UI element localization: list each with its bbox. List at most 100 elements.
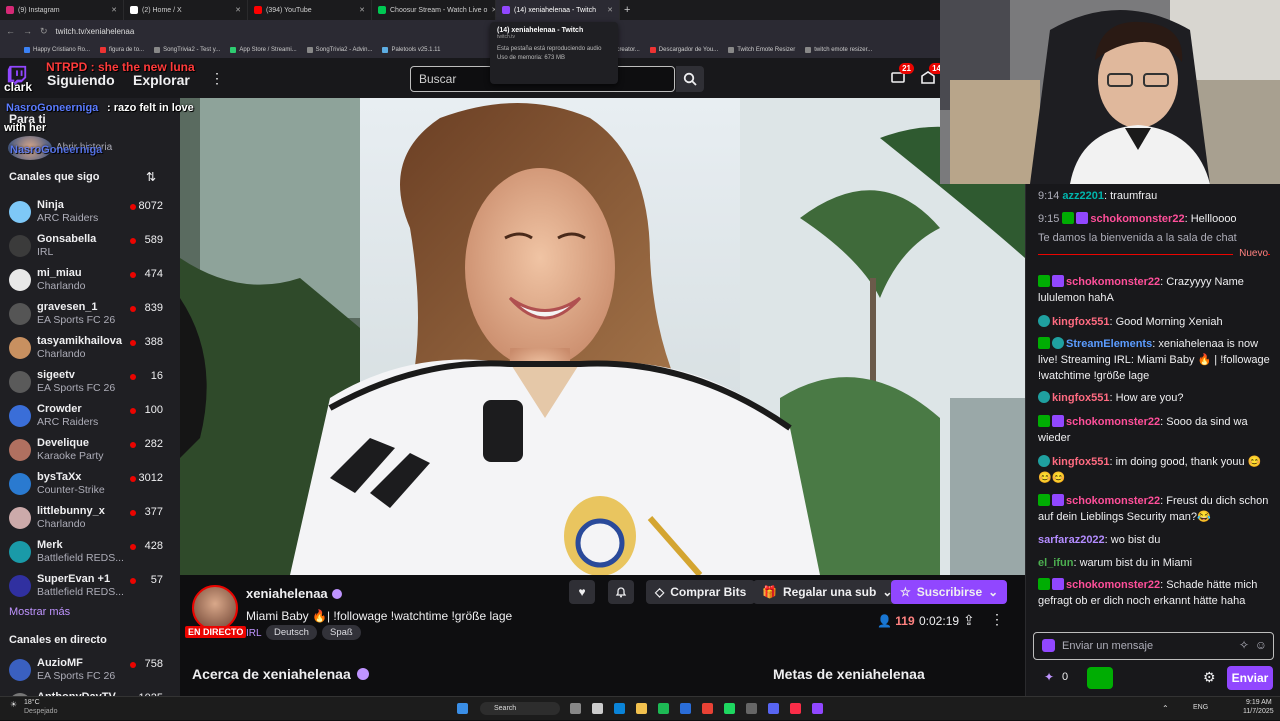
spotify-icon[interactable]: [724, 703, 735, 714]
sidebar-channel-item[interactable]: AuzioMF EA Sports FC 26 758: [0, 653, 180, 687]
bookmark-item[interactable]: SongTrivia2 - Test y...: [154, 47, 220, 53]
streamer-avatar[interactable]: [192, 585, 238, 631]
sidebar-channel-item[interactable]: bysTaXx Counter-Strike 3012: [0, 467, 180, 501]
widgets-icon[interactable]: [592, 703, 603, 714]
bookmark-item[interactable]: SongTrivia2 - Advin...: [306, 47, 372, 53]
channel-game: Charlando: [37, 518, 86, 530]
chat-username[interactable]: kingfox551: [1052, 392, 1109, 404]
streamer-name[interactable]: xeniahelenaa: [246, 586, 342, 601]
chat-username[interactable]: el_ifun: [1038, 557, 1073, 569]
chat-username[interactable]: azz2201: [1062, 190, 1104, 202]
inbox-icon[interactable]: 14: [920, 63, 944, 86]
chat-username[interactable]: schokomonster22: [1066, 495, 1160, 507]
tab-x[interactable]: (2) Home / X ✕: [124, 0, 248, 20]
app-icon[interactable]: [746, 703, 757, 714]
chrome-icon[interactable]: [702, 703, 713, 714]
more-options-icon[interactable]: ⋮: [990, 611, 1004, 628]
mail-icon[interactable]: [680, 703, 691, 714]
chat-emote-badge-icon[interactable]: [1042, 639, 1055, 652]
tag-deutsch[interactable]: Deutsch: [266, 625, 317, 640]
follow-heart-button[interactable]: ♥: [569, 580, 595, 604]
channel-points-icon[interactable]: ✦: [1044, 670, 1054, 684]
sidebar-channel-item[interactable]: SuperEvan +1 Battlefield REDS... 57: [0, 569, 180, 603]
buy-bits-button[interactable]: ◇ Comprar Bits: [646, 580, 756, 604]
close-tab-icon[interactable]: ✕: [607, 6, 613, 14]
tab-choosur[interactable]: Choosur Stream - Watch Live o✕: [372, 0, 496, 20]
video-player[interactable]: [180, 98, 1025, 575]
new-tab-icon[interactable]: +: [624, 4, 630, 16]
store-icon[interactable]: [658, 703, 669, 714]
chat-username[interactable]: kingfox551: [1052, 316, 1109, 328]
back-icon[interactable]: ←: [6, 26, 15, 36]
sidebar-channel-item[interactable]: Gonsabella IRL 589: [0, 229, 180, 263]
bits-icon: ◇: [655, 585, 665, 599]
notifications-icon[interactable]: 21: [890, 63, 914, 86]
bookmark-item[interactable]: twitch emote resizer...: [805, 47, 872, 53]
chat-input[interactable]: Enviar un mensaje ✧ ☺: [1033, 632, 1274, 660]
gift-sub-button[interactable]: 🎁 Regalar una sub ⌄: [753, 580, 902, 604]
sidebar-channel-item[interactable]: Develique Karaoke Party 282: [0, 433, 180, 467]
sidebar-channel-item[interactable]: Merk Battlefield REDS... 428: [0, 535, 180, 569]
tab-twitch[interactable]: (14) xeniahelenaa - Twitch ✕: [496, 0, 620, 20]
bookmark-item[interactable]: Happy Cristiano Ro...: [24, 47, 90, 53]
chat-username[interactable]: schokomonster22: [1090, 213, 1184, 225]
twitch-taskbar-icon[interactable]: [812, 703, 823, 714]
tag-spass[interactable]: Spaß: [322, 625, 361, 640]
weather-icon[interactable]: ☀: [10, 700, 17, 709]
chat-username[interactable]: StreamElements: [1066, 338, 1152, 350]
search-button[interactable]: [676, 66, 704, 92]
discord-icon[interactable]: [768, 703, 779, 714]
sidebar-channel-item[interactable]: tasyamikhailova Charlando 388: [0, 331, 180, 365]
chat-username[interactable]: schokomonster22: [1066, 276, 1160, 288]
send-chat-button[interactable]: Enviar: [1227, 666, 1273, 690]
sidebar-channel-item[interactable]: sigeetv EA Sports FC 26 16: [0, 365, 180, 399]
tab-youtube[interactable]: (394) YouTube ✕: [248, 0, 372, 20]
bonus-chest-button[interactable]: [1087, 667, 1113, 689]
task-view-icon[interactable]: [570, 703, 581, 714]
forward-icon[interactable]: →: [23, 26, 32, 36]
bookmark-item[interactable]: App Store / Streami...: [230, 47, 297, 53]
emoji-icon[interactable]: ☺: [1255, 638, 1267, 652]
collapse-sort-icon[interactable]: ⇅: [146, 170, 156, 184]
more-menu-icon[interactable]: ⋮: [210, 70, 224, 87]
bookmark-item[interactable]: Paletools v25.1.11: [382, 47, 440, 53]
show-more-link[interactable]: Mostrar más: [9, 606, 70, 618]
chat-username[interactable]: schokomonster22: [1066, 579, 1160, 591]
bookmark-item[interactable]: Descargador de You...: [649, 47, 718, 53]
language-indicator[interactable]: ENG: [1193, 704, 1208, 711]
notifications-bell-button[interactable]: [608, 580, 634, 604]
bookmark-item[interactable]: Twitch Emote Resizer: [728, 47, 795, 53]
close-tab-icon[interactable]: ✕: [111, 6, 117, 14]
tab-instagram[interactable]: (9) Instagram ✕: [0, 0, 124, 20]
sidebar-channel-item[interactable]: Ninja ARC Raiders 8072: [0, 195, 180, 229]
nav-following[interactable]: Siguiendo: [47, 72, 115, 88]
bookmark-item[interactable]: figura de to...: [100, 47, 144, 53]
chat-settings-icon[interactable]: ⚙: [1203, 669, 1216, 686]
stream-category-link[interactable]: IRL: [246, 628, 262, 639]
tray-chevron-icon[interactable]: ⌃: [1162, 704, 1169, 713]
start-icon[interactable]: [457, 703, 468, 714]
sidebar-channel-item[interactable]: littlebunny_x Charlando 377: [0, 501, 180, 535]
close-tab-icon[interactable]: ✕: [359, 6, 365, 14]
channel-name: sigeetv: [37, 369, 75, 381]
clock-date[interactable]: 11/7/2025: [1243, 708, 1274, 715]
chat-username[interactable]: sarfaraz2022: [1038, 534, 1105, 546]
chat-username[interactable]: kingfox551: [1052, 456, 1109, 468]
reload-icon[interactable]: ↻: [40, 26, 48, 37]
sidebar-channel-item[interactable]: gravesen_1 EA Sports FC 26 839: [0, 297, 180, 331]
taskbar-search[interactable]: Search: [480, 702, 560, 715]
music-icon[interactable]: [790, 703, 801, 714]
sidebar-channel-item[interactable]: mi_miau Charlando 474: [0, 263, 180, 297]
close-tab-icon[interactable]: ✕: [235, 6, 241, 14]
sparkle-icon[interactable]: ✧: [1239, 638, 1249, 652]
bookmark-icon: [24, 47, 30, 53]
sidebar-channel-item[interactable]: Crowder ARC Raiders 100: [0, 399, 180, 433]
chat-username[interactable]: schokomonster22: [1066, 416, 1160, 428]
share-icon[interactable]: ⇪: [963, 612, 975, 629]
subscribe-button[interactable]: ☆ Suscribirse ⌄: [891, 580, 1008, 604]
url-field[interactable]: twitch.tv/xeniahelenaa: [56, 27, 135, 36]
file-explorer-icon[interactable]: [636, 703, 647, 714]
nav-explore[interactable]: Explorar: [133, 72, 190, 88]
clock-time[interactable]: 9:19 AM: [1246, 699, 1272, 706]
edge-icon[interactable]: [614, 703, 625, 714]
